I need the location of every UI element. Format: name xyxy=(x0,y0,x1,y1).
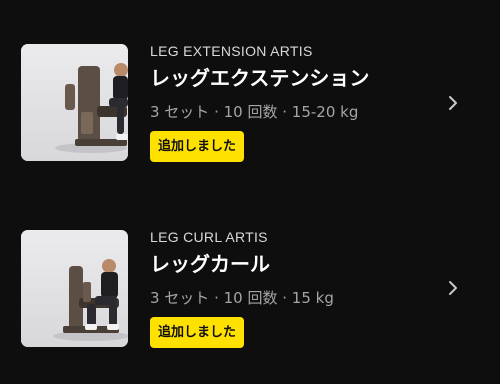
exercise-category: LEG EXTENSION ARTIS xyxy=(150,43,313,59)
leg-extension-machine-image xyxy=(21,44,128,161)
exercise-item-leg-extension[interactable]: LEG EXTENSION ARTIS レッグエクステンション 3 セット · … xyxy=(0,28,500,178)
exercise-info: LEG CURL ARTIS レッグカール 3 セット · 10 回数 · 15… xyxy=(150,228,430,348)
exercise-name: レッグカール xyxy=(150,252,270,276)
exercise-thumbnail xyxy=(21,44,128,161)
exercise-list: LEG EXTENSION ARTIS レッグエクステンション 3 セット · … xyxy=(0,0,500,384)
chevron-right-icon[interactable] xyxy=(444,94,462,112)
exercise-summary: 3 セット · 10 回数 · 15-20 kg xyxy=(150,103,359,121)
exercise-item-leg-curl[interactable]: LEG CURL ARTIS レッグカール 3 セット · 10 回数 · 15… xyxy=(0,214,500,364)
exercise-name: レッグエクステンション xyxy=(150,66,370,90)
chevron-right-icon[interactable] xyxy=(444,279,462,297)
leg-curl-machine-image xyxy=(21,230,128,347)
added-status-badge: 追加しました xyxy=(150,317,245,348)
exercise-thumbnail xyxy=(21,230,128,347)
added-status-badge: 追加しました xyxy=(150,131,245,162)
exercise-summary: 3 セット · 10 回数 · 15 kg xyxy=(150,289,334,307)
exercise-category: LEG CURL ARTIS xyxy=(150,229,268,245)
exercise-info: LEG EXTENSION ARTIS レッグエクステンション 3 セット · … xyxy=(150,42,430,162)
